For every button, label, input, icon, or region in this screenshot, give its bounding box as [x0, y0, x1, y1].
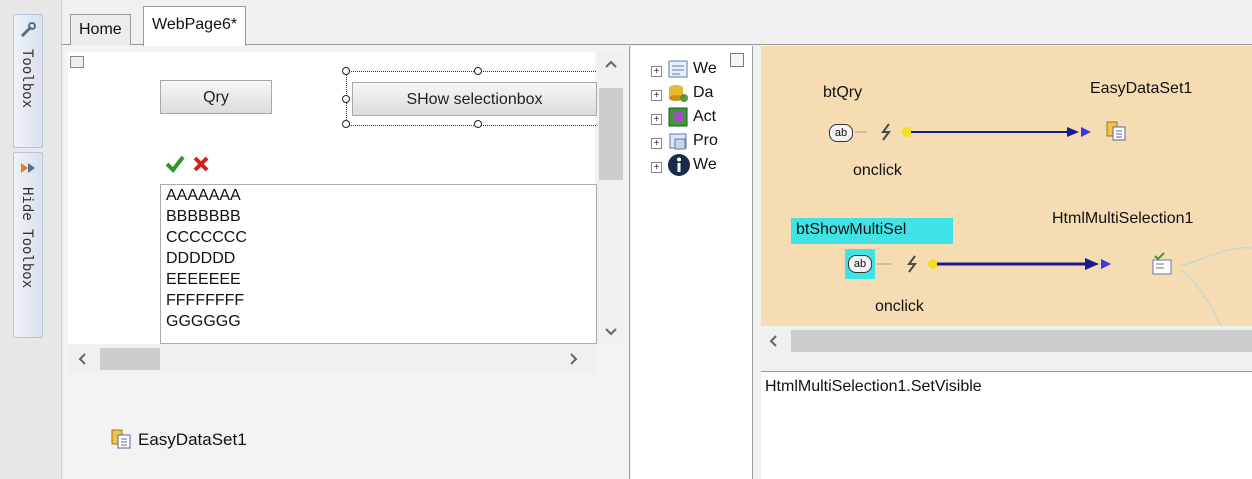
toolbox-label: Toolbox: [19, 49, 35, 109]
resize-handle[interactable]: [342, 67, 350, 75]
resize-handle[interactable]: [342, 120, 350, 128]
expand-icon[interactable]: +: [651, 90, 662, 101]
action-icon: [668, 107, 688, 127]
scroll-left-icon[interactable]: [769, 335, 777, 347]
dataset-icon[interactable]: [110, 428, 132, 450]
info-icon: [668, 154, 690, 176]
resize-handle[interactable]: [474, 67, 482, 75]
expand-icon[interactable]: +: [651, 138, 662, 149]
document-tab-bar: Home WebPage6*: [62, 0, 1252, 46]
qry-button[interactable]: Qry: [160, 80, 272, 114]
component-tree: + We + Da + Act + Pro + We: [631, 46, 753, 479]
button-component-icon[interactable]: ab: [829, 124, 853, 142]
dataset-label: EasyDataSet1: [138, 430, 247, 449]
property-icon: [669, 133, 687, 150]
event-label: onclick: [853, 162, 902, 179]
tree-item-label[interactable]: We: [693, 156, 717, 174]
scroll-right-icon[interactable]: [570, 353, 578, 365]
toolbox-tab[interactable]: Toolbox: [13, 14, 43, 148]
tree-item-label[interactable]: Act: [693, 108, 716, 126]
tab-home[interactable]: Home: [70, 14, 131, 45]
target-label: HtmlMultiSelection1: [1052, 210, 1194, 227]
event-label: onclick: [875, 298, 924, 315]
panel-corner-icon: [70, 56, 84, 68]
tree-item-label[interactable]: Da: [693, 84, 713, 102]
list-item[interactable]: CCCCCCC: [161, 227, 596, 248]
hide-toolbox-tab[interactable]: Hide Toolbox: [13, 152, 43, 338]
wrench-icon: [20, 22, 36, 38]
multiselection-icon[interactable]: [1151, 252, 1175, 276]
page-icon: [668, 60, 688, 78]
list-item[interactable]: BBBBBBB: [161, 206, 596, 227]
show-selectionbox-button[interactable]: SHow selectionbox: [352, 82, 597, 116]
expand-icon[interactable]: +: [651, 66, 662, 77]
multi-selection-list[interactable]: AAAAAAA BBBBBBB CCCCCCC DDDDDD EEEEEEE F…: [160, 184, 597, 344]
scroll-thumb[interactable]: [100, 348, 160, 370]
tab-webpage6[interactable]: WebPage6*: [143, 6, 247, 46]
toolbox-strip: Toolbox Hide Toolbox: [0, 0, 62, 479]
target-label: EasyDataSet1: [1090, 80, 1193, 97]
event-horizontal-scrollbar[interactable]: [761, 326, 1252, 356]
expand-icon[interactable]: +: [651, 114, 662, 125]
list-item[interactable]: DDDDDD: [161, 248, 596, 269]
event-map-panel: btQry ab onclick EasyDataSet1 btShowMult…: [761, 46, 1252, 326]
tree-item-label[interactable]: Pro: [693, 132, 718, 150]
list-item[interactable]: FFFFFFFF: [161, 290, 596, 311]
dataset-icon[interactable]: [1105, 120, 1127, 142]
list-item[interactable]: GGGGGG: [161, 311, 596, 332]
panel-corner-icon: [730, 53, 744, 67]
database-icon: [669, 85, 688, 102]
list-item[interactable]: EEEEEEE: [161, 269, 596, 290]
scroll-thumb[interactable]: [791, 330, 1252, 352]
scroll-up-icon[interactable]: [605, 60, 617, 68]
hide-toolbox-icon: [21, 163, 35, 173]
scroll-thumb[interactable]: [599, 88, 623, 180]
check-icon[interactable]: [165, 154, 185, 174]
cross-icon[interactable]: [192, 155, 210, 173]
resize-handle[interactable]: [474, 120, 482, 128]
resize-handle[interactable]: [342, 95, 350, 103]
source-label: btShowMultiSel: [796, 221, 907, 238]
hide-toolbox-label: Hide Toolbox: [19, 187, 35, 289]
event-connector: [855, 123, 1091, 141]
source-label: btQry: [823, 84, 863, 101]
tree-item-label[interactable]: We: [693, 60, 717, 78]
list-item[interactable]: AAAAAAA: [161, 185, 596, 206]
expand-icon[interactable]: +: [651, 162, 662, 173]
button-component-icon[interactable]: ab: [848, 255, 872, 273]
scroll-left-icon[interactable]: [78, 353, 86, 365]
connector-lines: [1181, 247, 1252, 326]
code-editor[interactable]: HtmlMultiSelection1.SetVisible: [761, 371, 1252, 479]
design-horizontal-scrollbar[interactable]: [68, 344, 597, 374]
code-line[interactable]: HtmlMultiSelection1.SetVisible: [765, 378, 982, 396]
scroll-down-icon[interactable]: [605, 328, 617, 336]
design-vertical-scrollbar[interactable]: [597, 52, 625, 344]
